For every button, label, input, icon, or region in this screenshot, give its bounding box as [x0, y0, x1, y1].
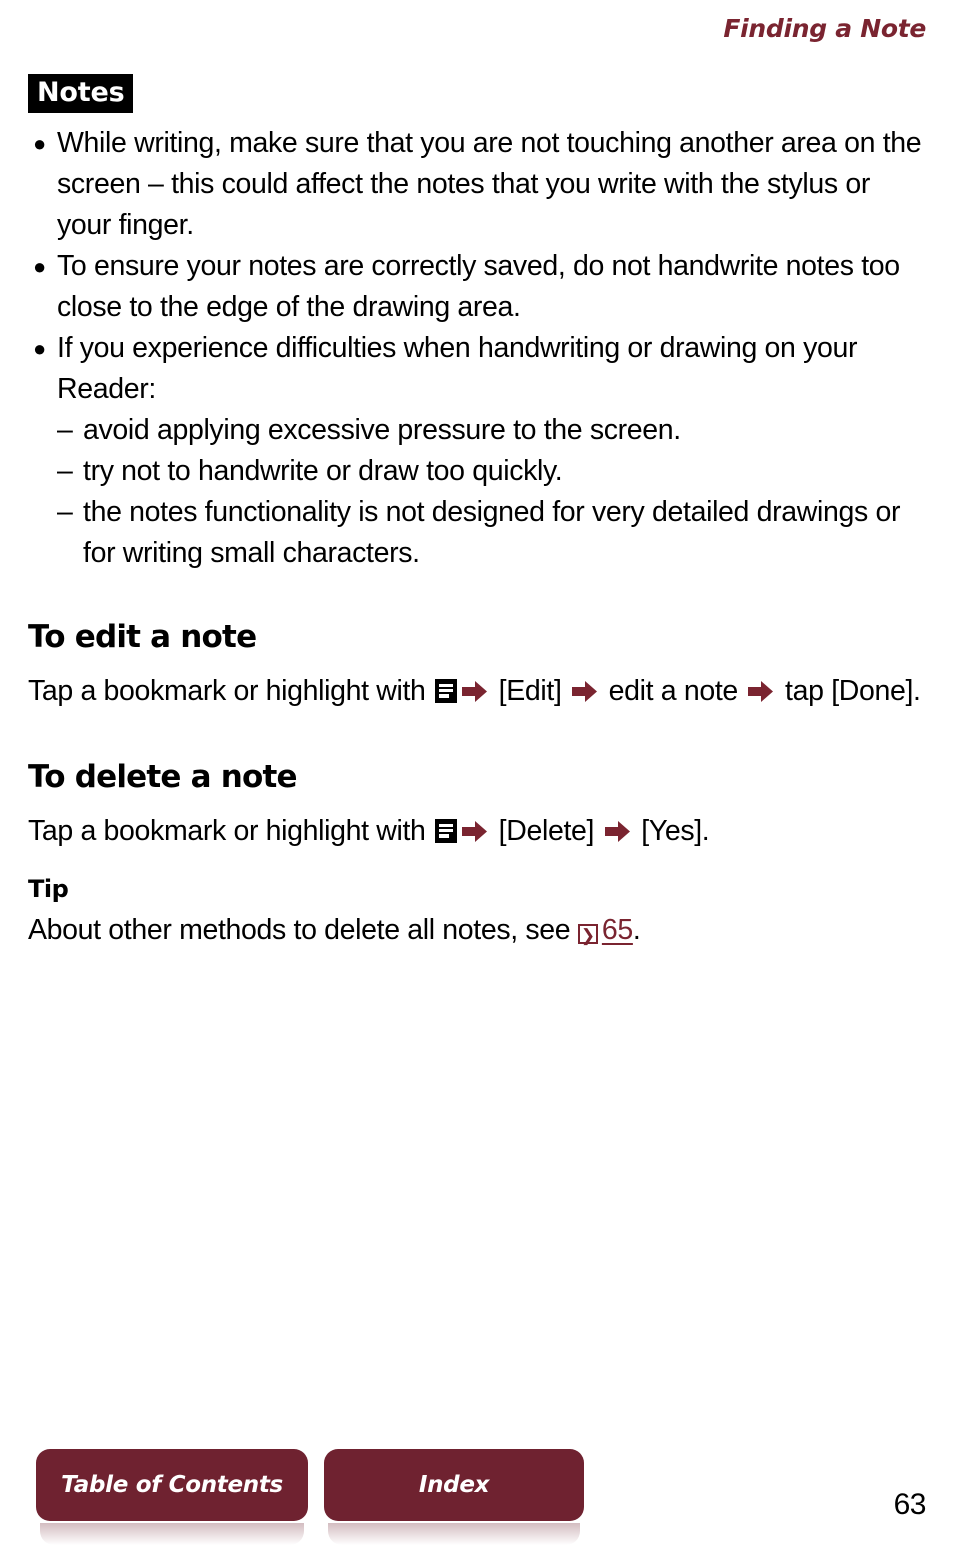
page-content: Notes ● While writing, make sure that yo…	[28, 74, 928, 951]
page-number: 63	[893, 1488, 927, 1521]
right-arrow-icon	[572, 670, 598, 703]
list-item: ● If you experience difficulties when ha…	[28, 328, 928, 410]
body-text-fragment: Tap a bookmark or highlight with	[28, 815, 434, 848]
table-of-contents-button[interactable]: Table of Contents	[36, 1449, 308, 1545]
right-arrow-icon	[748, 670, 774, 703]
list-item-text: To ensure your notes are correctly saved…	[57, 250, 900, 323]
list-item: ● While writing, make sure that you are …	[28, 123, 928, 246]
options-menu-icon	[435, 679, 458, 704]
section-body-delete-note: Tap a bookmark or highlight with [Delete…	[28, 808, 928, 854]
list-item-text: While writing, make sure that you are no…	[57, 127, 922, 241]
dash-marker-icon: –	[57, 414, 73, 446]
dash-marker-icon: –	[57, 496, 73, 528]
right-arrow-icon	[604, 810, 630, 843]
body-text-fragment: Tap a bookmark or highlight with	[28, 675, 434, 708]
index-button[interactable]: Index	[324, 1449, 584, 1545]
list-item-text: avoid applying excessive pressure to the…	[83, 414, 681, 446]
running-header-title: Finding a Note	[723, 14, 926, 43]
notes-bullet-list: ● While writing, make sure that you are …	[28, 123, 928, 410]
section-body-tip: About other methods to delete all notes,…	[28, 909, 928, 951]
page-footer: Table of Contents Index 63	[28, 1441, 927, 1557]
body-text-fragment: edit a note	[601, 675, 746, 708]
body-text-fragment: tap [Done].	[777, 675, 921, 708]
list-item-text: the notes functionality is not designed …	[83, 496, 901, 569]
dash-marker-icon: –	[57, 455, 73, 487]
table-of-contents-button-label: Table of Contents	[61, 1472, 283, 1498]
section-heading-tip: Tip	[28, 875, 69, 904]
list-item: – the notes functionality is not designe…	[57, 492, 928, 574]
notes-sub-list: – avoid applying excessive pressure to t…	[28, 410, 928, 574]
notes-callout-label: Notes	[28, 74, 134, 113]
page-reference-icon: ❯	[577, 923, 598, 945]
page-reference-link[interactable]: 65	[602, 914, 633, 946]
right-arrow-icon	[462, 810, 488, 843]
document-page: Finding a Note Notes ● While writing, ma…	[0, 0, 954, 1557]
bullet-dot-icon: ●	[33, 336, 46, 361]
right-arrow-icon	[462, 670, 488, 703]
list-item-text: try not to handwrite or draw too quickly…	[83, 455, 563, 487]
options-menu-icon	[435, 819, 458, 844]
section-body-edit-note: Tap a bookmark or highlight with [Edit] …	[28, 668, 928, 714]
section-heading-edit-note: To edit a note	[28, 619, 257, 655]
list-item: – try not to handwrite or draw too quick…	[57, 451, 928, 492]
list-item: – avoid applying excessive pressure to t…	[57, 410, 928, 451]
section-heading-delete-note: To delete a note	[28, 759, 298, 796]
bullet-dot-icon: ●	[33, 131, 46, 156]
body-text-fragment: [Edit]	[491, 675, 570, 708]
index-button-label: Index	[418, 1472, 490, 1498]
list-item-text: If you experience difficulties when hand…	[57, 332, 858, 405]
body-text-fragment: [Delete]	[491, 815, 602, 848]
body-text-fragment: About other methods to delete all notes,…	[28, 913, 578, 946]
body-text-fragment: .	[632, 913, 641, 946]
list-item: ● To ensure your notes are correctly sav…	[28, 246, 928, 328]
body-text-fragment: [Yes].	[633, 815, 710, 848]
bullet-dot-icon: ●	[33, 254, 46, 279]
